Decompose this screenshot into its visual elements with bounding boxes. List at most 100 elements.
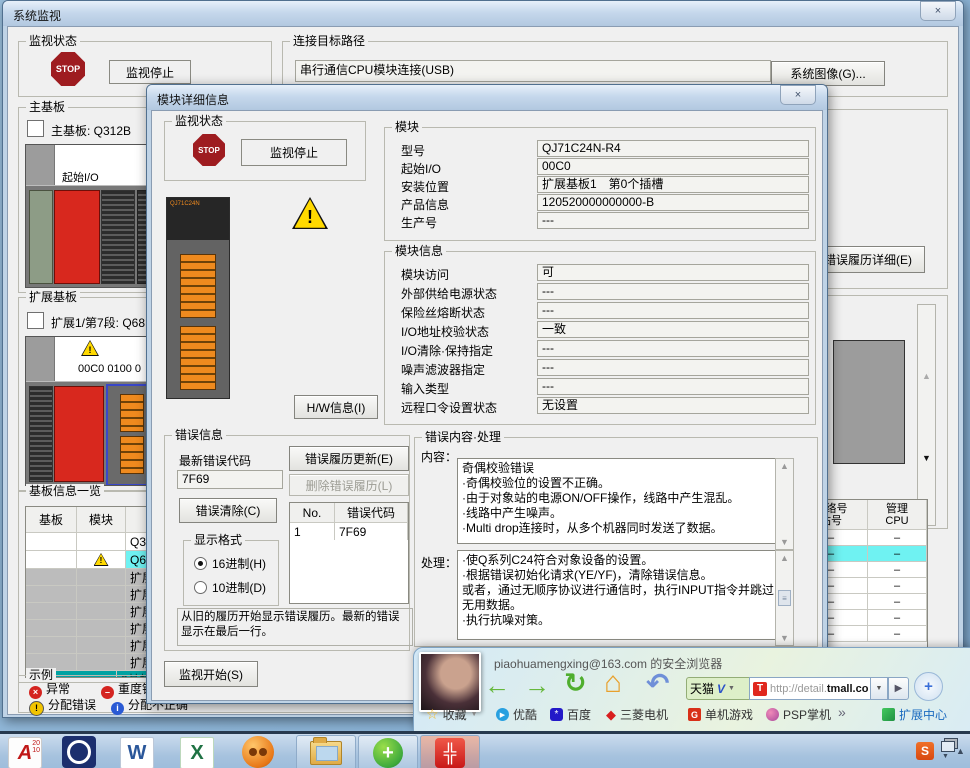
scroll-up-icon[interactable]: ▲ [780,461,789,471]
module-group-label: 模块 [392,120,422,134]
hw-info-button[interactable]: H/W信息(I) [294,395,378,419]
tray-window-switch-icon[interactable] [941,741,955,752]
ext-psu-module [29,386,53,482]
error-clear-button[interactable]: 错误清除(C) [179,498,277,523]
taskbar-360-button[interactable]: + [358,735,418,768]
taskbar-cad-viewer-icon[interactable] [62,736,96,768]
tray-sogou-icon[interactable]: S [916,742,934,760]
error-content-text[interactable]: 奇偶校验错误 ·奇偶校验位的设置不正确。 ·由于对象站的电源ON/OFF操作，线… [457,458,779,544]
dialog-titlebar[interactable]: 模块详细信息 × [147,85,827,110]
psu-module [29,190,53,284]
home-icon[interactable]: ⌂ [604,668,622,698]
tray-dropdown-icon[interactable]: ▼ [942,753,949,760]
scroll-down-icon[interactable]: ▼ [922,453,931,463]
ext-base-label: 扩展基板 [26,290,80,304]
bookmark-mitsubishi[interactable]: ◆ 三菱电机 [606,706,668,723]
error-content-group: 错误内容·处理 内容： 奇偶校验错误 ·奇偶校验位的设置不正确。 ·由于对象站的… [414,437,818,647]
latest-error-code-field: 7F69 [177,470,283,489]
bookmark-youku[interactable]: ▶ 优酷 [496,706,537,723]
dec-radio[interactable]: 10进制(D) [194,579,266,596]
extension-center[interactable]: 扩展中心 [882,706,947,723]
content-label: 内容： [421,448,457,465]
connection-path-label: 连接目标路径 [290,34,368,48]
stop-icon: STOP [51,52,85,86]
right-scrollbar[interactable]: ▲ ▼ [917,304,936,526]
module-info-row-label: 保险丝熔断状态 [401,304,485,321]
scroll-up-icon[interactable]: ▲ [922,371,931,381]
tray-show-hidden-icon[interactable]: ▲ [956,746,965,756]
content-scrollbar[interactable]: ▲ ▼ [775,458,794,550]
avatar-image[interactable] [419,652,481,712]
desktop: 系统监视 × 监视状态 STOP 监视停止 连接目标路径 串行通信CPU模块连接… [0,0,970,768]
address-bar[interactable]: T http://detail.tmall.co [749,677,877,700]
error-history-detail-button[interactable]: 错误履历详细(E) [811,246,925,273]
module-info-group: 模块信息 模块访问可 外部供给电源状态--- 保险丝熔断状态--- I/O地址校… [384,251,816,425]
go-button[interactable]: ▶ [888,677,909,700]
error-content-group-label: 错误内容·处理 [422,430,504,444]
scroll-down-icon[interactable]: ▼ [780,633,789,643]
error-history-update-button[interactable]: 错误履历更新(E) [289,446,409,471]
taskbar-autocad-icon[interactable]: A 2010 [8,737,42,768]
module-row-value: --- [537,212,809,229]
module-row-label: 安装位置 [401,178,449,195]
module-info-row-label: I/O地址校验状态 [401,323,489,340]
undo-icon[interactable]: ↶ [646,670,669,698]
shield-icon[interactable]: + [914,672,943,701]
error-action-text[interactable]: ·使Q系列C24符合对象设备的设置。 ·根据错误初始化请求(YE/YF)，清除错… [457,550,779,640]
bookmark-psp[interactable]: PSP掌机 [766,706,831,723]
module-info-group-label: 模块信息 [392,244,446,258]
taskbar-word-icon[interactable]: W [120,737,154,768]
module-connector-1 [180,254,216,318]
row-warning-icon: ! [94,553,109,566]
ext-base-checkbox[interactable] [27,312,44,329]
right-module-image [833,340,905,464]
error-history-row[interactable]: 1 7F69 [290,523,408,540]
action-scrollbar[interactable]: ▲ ≡ ▼ [775,550,794,646]
base-list-label: 基板信息一览 [26,484,104,498]
module-row-label: 产品信息 [401,196,449,213]
delete-error-history-button[interactable]: 删除错误履历(L) [289,474,409,496]
gray-module [101,190,135,284]
scroll-up-icon[interactable]: ▲ [780,553,789,563]
mitsubishi-icon: ◆ [606,707,616,723]
dialog-client-area: 监视状态 STOP 监视停止 QJ71C24N ! H/W信息(I) 模块 型号… [151,110,823,701]
main-base-checkbox[interactable] [27,120,44,137]
dialog-close-button[interactable]: × [780,85,816,105]
scroll-down-icon[interactable]: ▼ [780,537,789,547]
search-dropdown-icon[interactable]: ▼ [728,685,735,692]
error-info-group: 错误信息 最新错误代码 7F69 错误清除(C) 显示格式 16进制(H) 10… [164,435,410,651]
module-row-value: QJ71C24N-R4 [537,140,809,157]
url-dropdown-button[interactable]: ▼ [870,677,888,700]
forward-icon[interactable]: → [524,672,550,698]
taskbar-excel-icon[interactable]: X [180,737,214,768]
module-row-value: 120520000000000-B [537,194,809,211]
bookmark-games[interactable]: G 单机游戏 [688,706,753,723]
psp-icon [766,708,779,721]
site-favicon: T [753,682,767,696]
main-titlebar[interactable]: 系统监视 × [3,1,963,26]
module-image: QJ71C24N [166,197,230,399]
module-row-label: 生产号 [401,214,437,231]
favorites-dropdown-icon: ▼ [471,711,478,718]
bookmark-baidu[interactable]: * 百度 [550,706,591,723]
assign-incorrect-circle-icon: i [111,702,124,715]
system-image-button[interactable]: 系统图像(G)... [771,61,885,86]
hex-radio[interactable]: 16进制(H) [194,555,266,572]
taskbar-explorer-button[interactable] [296,735,356,768]
taskbar-media-icon[interactable] [242,736,274,768]
back-icon[interactable]: ← [484,672,510,698]
monitor-start-button[interactable]: 监视开始(S) [164,661,258,687]
scroll-thumb[interactable]: ≡ [778,590,791,606]
favorites-button[interactable]: ☆ 收藏 ▼ [426,706,478,723]
taskbar-gx-button[interactable]: ╬ [420,735,480,768]
refresh-icon[interactable]: ↻ [564,670,587,697]
bookmarks-more-icon[interactable]: » [838,704,846,720]
main-base-name: 主基板: Q312B [51,122,131,139]
action-label: 处理： [421,554,457,571]
search-engine-label: 天猫 [690,680,714,697]
module-info-row-label: 噪声滤波器指定 [401,361,485,378]
dialog-stop-icon: STOP [193,134,225,166]
module-row-label: 起始I/O [401,160,441,177]
main-close-button[interactable]: × [920,1,956,21]
search-engine-box[interactable]: 天猫 V ▼ [686,677,754,700]
